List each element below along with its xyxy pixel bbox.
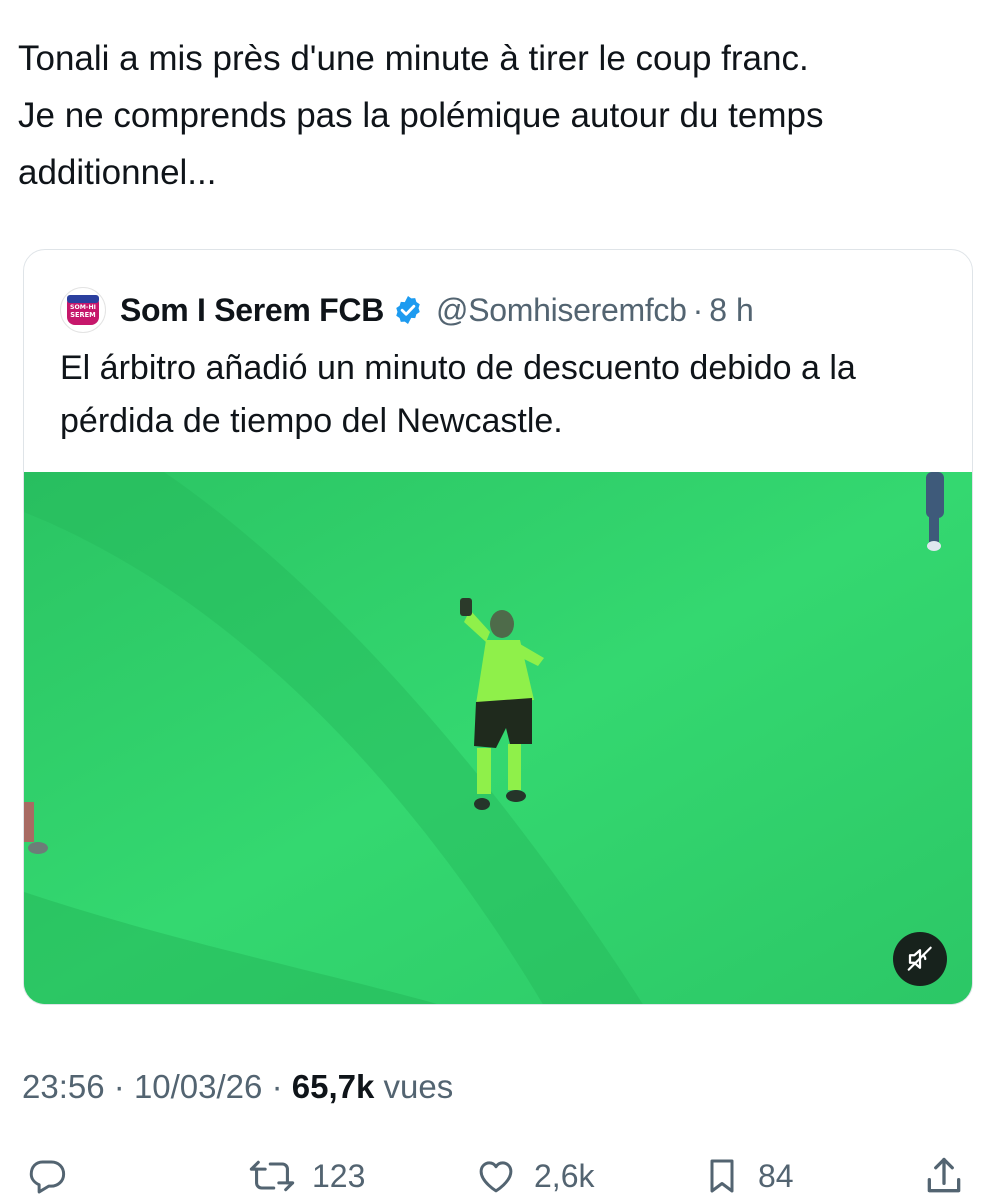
reply-button[interactable]	[26, 1154, 84, 1198]
retweet-icon	[249, 1160, 295, 1192]
video-frame	[24, 472, 972, 1004]
mute-button[interactable]	[893, 932, 947, 986]
quoted-tweet-time[interactable]: 8 h	[709, 292, 753, 329]
quoted-tweet-header: SOM-HI SEREM Som I Serem FCB @Somhiserem…	[60, 286, 754, 334]
reply-icon	[29, 1160, 66, 1194]
separator-dot: ·	[113, 1068, 125, 1105]
separator-dot: ·	[692, 291, 704, 328]
avatar-text-top: SOM-HI	[70, 304, 96, 311]
bookmark-count: 84	[758, 1157, 794, 1194]
quoted-tweet-card[interactable]: SOM-HI SEREM Som I Serem FCB @Somhiserem…	[23, 249, 973, 1005]
author-name[interactable]: Som I Serem FCB	[120, 292, 384, 329]
like-button[interactable]: 2,6k	[474, 1154, 594, 1198]
retweet-button[interactable]: 123	[248, 1154, 365, 1198]
views-count[interactable]: 65,7k	[292, 1068, 375, 1105]
club-crest-icon: SOM-HI SEREM	[67, 295, 99, 325]
quoted-tweet-text: El árbitro añadió un minuto de descuento…	[60, 349, 856, 440]
avatar[interactable]: SOM-HI SEREM	[60, 287, 106, 333]
tweet-date[interactable]: 10/03/26	[134, 1068, 262, 1105]
author-handle[interactable]: @Somhiseremfcb	[436, 292, 687, 329]
separator-dot: ·	[271, 1068, 283, 1105]
like-count: 2,6k	[534, 1157, 595, 1194]
share-icon	[927, 1157, 961, 1193]
tweet-actions: 123 2,6k 84	[0, 1150, 997, 1200]
avatar-text-bottom: SEREM	[70, 311, 95, 319]
bookmark-icon	[710, 1159, 734, 1193]
views-label: vues	[383, 1068, 454, 1105]
tweet-meta: 23:56 · 10/03/26 · 65,7k vues	[22, 1068, 453, 1106]
speaker-muted-icon	[907, 946, 932, 971]
video-player[interactable]	[24, 472, 972, 1004]
tweet-text: Tonali a mis près d'une minute à tirer l…	[18, 39, 824, 192]
share-button[interactable]	[922, 1154, 982, 1198]
retweet-count: 123	[312, 1157, 366, 1194]
tweet-time[interactable]: 23:56	[22, 1068, 105, 1105]
heart-icon	[479, 1161, 513, 1193]
bookmark-button[interactable]: 84	[702, 1154, 794, 1198]
verified-badge-icon	[392, 294, 424, 326]
